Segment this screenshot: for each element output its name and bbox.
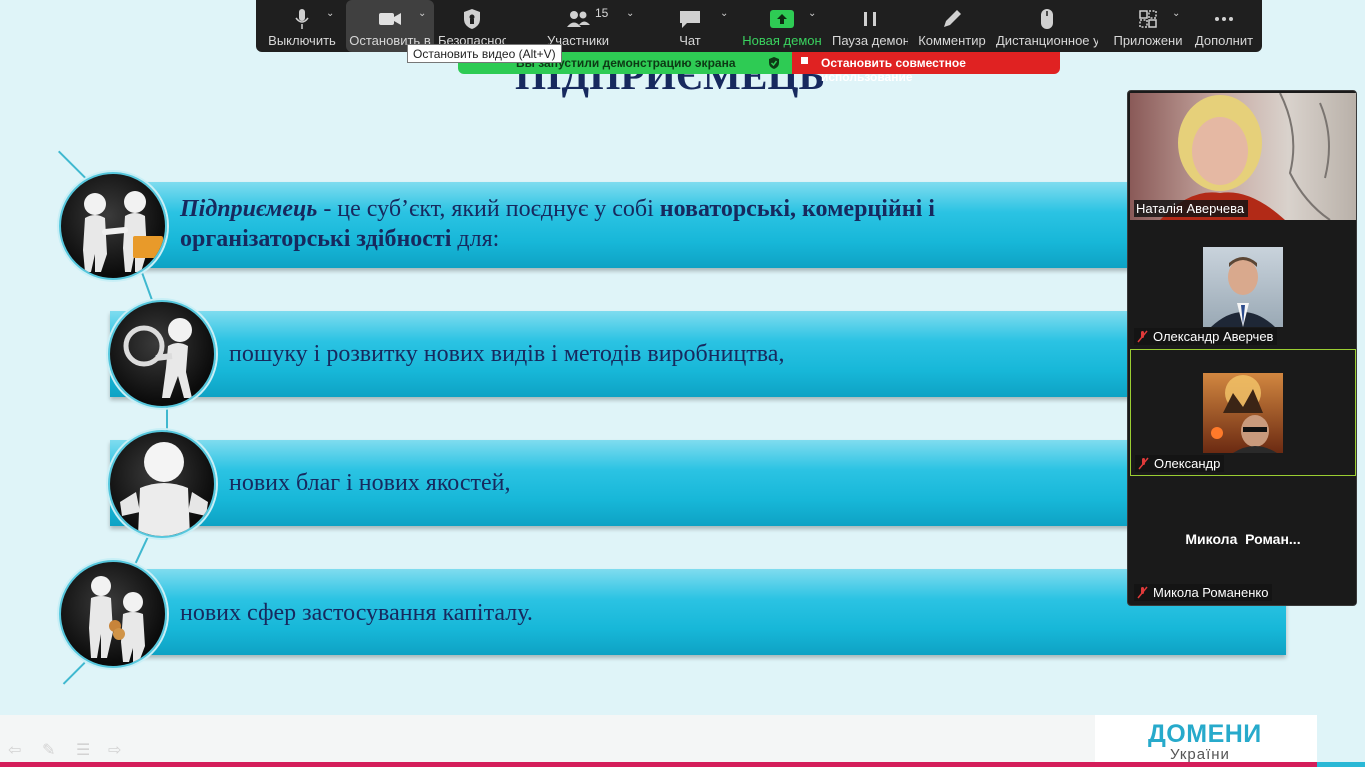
- participant-name-label: Олександр Аверчев: [1134, 328, 1278, 345]
- mute-options-chevron-icon[interactable]: ⌄: [326, 8, 334, 19]
- slide-item-text-3: нових благ і нових якостей,: [229, 470, 511, 496]
- slide-item-text-2: пошуку і розвитку нових видів і методів …: [229, 341, 785, 367]
- share-screen-icon: [770, 10, 794, 28]
- annotate-button[interactable]: Комментир: [916, 0, 988, 52]
- apps-options-chevron-icon[interactable]: ⌄: [1172, 8, 1180, 19]
- stop-share-button[interactable]: Остановить совместное использование: [792, 52, 1060, 84]
- participant-display-name: Микола Роман...: [1185, 531, 1301, 547]
- microphone-muted-icon: [1138, 457, 1149, 470]
- participant-name-label: Олександр: [1135, 455, 1225, 472]
- pause-icon: [864, 12, 876, 26]
- coins-figures-illustration: [59, 560, 167, 668]
- pen-icon[interactable]: ✎: [42, 740, 62, 759]
- participant-avatar: [1203, 247, 1283, 327]
- remote-control-button[interactable]: Дистанционное у: [996, 0, 1098, 52]
- connector-line: [58, 150, 88, 181]
- microphone-icon: [295, 9, 309, 29]
- video-tile-nataliia[interactable]: Наталія Аверчева: [1130, 93, 1356, 220]
- microphone-muted-icon: [1137, 330, 1148, 343]
- footer-line-accent: [1317, 762, 1365, 767]
- share-options-chevron-icon[interactable]: ⌄: [808, 8, 816, 19]
- slide-menu-icon[interactable]: ☰: [76, 740, 96, 759]
- mouse-icon: [1041, 9, 1053, 29]
- shield-check-icon: [769, 57, 779, 69]
- participants-icon: [567, 11, 590, 27]
- stop-icon: [801, 57, 808, 64]
- footer-accent: [1317, 715, 1365, 762]
- domains-logo: ДОМЕНИ: [1148, 720, 1262, 748]
- microphone-muted-icon: [1137, 586, 1148, 599]
- participants-options-chevron-icon[interactable]: ⌄: [626, 8, 634, 19]
- stop-video-tooltip: Остановить видео (Alt+V): [407, 44, 562, 63]
- handshake-figures-illustration: [59, 172, 167, 280]
- video-camera-icon: [379, 13, 401, 25]
- participants-count-badge: 15: [595, 6, 609, 20]
- video-tile-mykola-romanenko[interactable]: Микола Роман... Микола Романенко: [1130, 477, 1356, 604]
- participant-avatar: [1203, 373, 1283, 453]
- more-icon: [1215, 17, 1233, 21]
- shield-icon: [464, 9, 480, 29]
- slide-item-text-1: Підприємець - це суб’єкт, який поєднує у…: [180, 196, 935, 252]
- video-gallery-panel[interactable]: Наталія Аверчева Олександр Аверчев Олекс…: [1127, 90, 1357, 606]
- participant-name-label: Наталія Аверчева: [1134, 200, 1249, 217]
- chat-icon: [680, 11, 700, 28]
- domains-logo-subtitle: України: [1170, 746, 1230, 763]
- magnifier-figure-illustration: [108, 300, 216, 408]
- chat-button[interactable]: Чат: [668, 0, 712, 52]
- video-tile-oleksandr-averchev[interactable]: Олександр Аверчев: [1130, 221, 1356, 348]
- next-slide-icon[interactable]: ⇨: [108, 740, 128, 759]
- pause-share-button[interactable]: Пауза демон: [832, 0, 908, 52]
- thumbs-up-figure-illustration: [108, 430, 216, 538]
- apps-icon: [1139, 10, 1157, 28]
- footer-line: [0, 762, 1317, 767]
- slide-item-text-4: нових сфер застосування капіталу.: [180, 600, 533, 626]
- participant-name-label: Микола Романенко: [1134, 584, 1273, 601]
- video-options-chevron-icon[interactable]: ⌄: [418, 8, 426, 19]
- more-button[interactable]: Дополнит: [1188, 0, 1260, 52]
- chat-options-chevron-icon[interactable]: ⌄: [720, 8, 728, 19]
- term-entrepreneur: Підприємець: [180, 196, 318, 222]
- video-tile-oleksandr[interactable]: Олександр: [1130, 349, 1356, 476]
- previous-slide-icon[interactable]: ⇦: [8, 740, 28, 759]
- pencil-icon: [944, 10, 961, 27]
- connector-line: [62, 662, 86, 685]
